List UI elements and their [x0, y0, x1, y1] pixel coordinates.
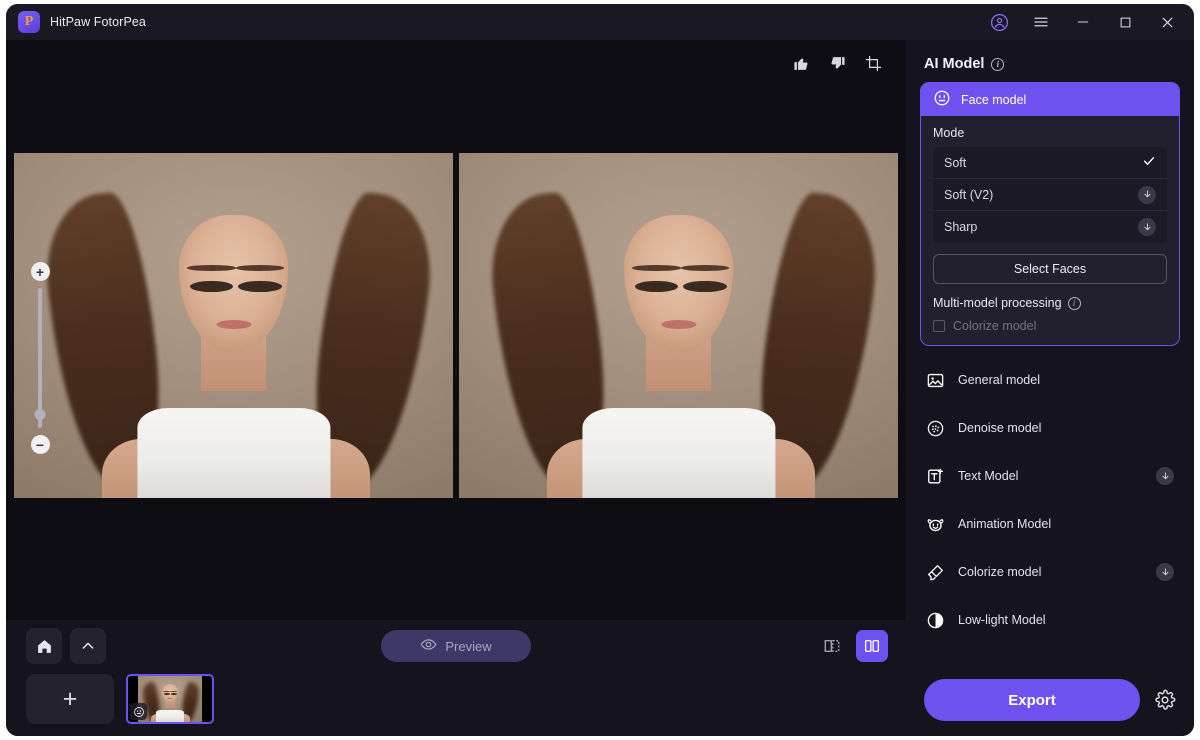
zoom-slider[interactable]: + − — [30, 262, 50, 454]
mode-item-soft-v2[interactable]: Soft (V2) — [933, 179, 1167, 211]
canvas-tools — [786, 48, 888, 78]
crop-icon[interactable] — [858, 48, 888, 78]
image-compare-container — [14, 153, 898, 498]
hamburger-menu-icon[interactable] — [1020, 6, 1062, 38]
eye-icon — [420, 636, 437, 656]
add-image-button[interactable]: + — [26, 674, 114, 724]
download-icon[interactable] — [1156, 467, 1174, 485]
info-icon[interactable]: i — [1067, 296, 1081, 310]
face-model-body: Mode Soft Soft (V2) Sharp Select Faces M… — [921, 116, 1179, 345]
ai-model-panel: AI Model i Face model Mode Soft Soft (V2… — [906, 40, 1194, 736]
split-view-icon[interactable] — [816, 630, 848, 662]
filmstrip: + — [26, 674, 214, 724]
multi-model-processing-label: Multi-model processing — [933, 296, 1062, 310]
model-row-lowlight[interactable]: Low-light Model — [920, 596, 1180, 644]
panel-footer: Export — [906, 664, 1194, 736]
panel-header: AI Model i — [906, 40, 1194, 82]
download-icon[interactable] — [1138, 185, 1156, 204]
thumbnail-image — [138, 676, 202, 722]
editor-area: + − Preview + — [6, 40, 906, 736]
download-icon[interactable] — [1156, 563, 1174, 581]
view-mode-toggles — [816, 630, 888, 662]
bottom-toolbar-left-buttons — [26, 628, 106, 664]
model-row-general[interactable]: General model — [920, 356, 1180, 404]
mode-list: Soft Soft (V2) Sharp — [933, 147, 1167, 243]
model-row-lowlight-label: Low-light Model — [958, 613, 1046, 627]
mode-label: Mode — [933, 126, 965, 140]
home-icon[interactable] — [26, 628, 62, 664]
model-row-colorize[interactable]: Colorize model — [920, 548, 1180, 596]
face-model-card: Face model Mode Soft Soft (V2) Sharp Sel… — [920, 82, 1180, 346]
face-model-icon — [933, 89, 951, 110]
face-model-header-label: Face model — [961, 92, 1027, 107]
text-model-icon — [924, 467, 946, 486]
multi-model-processing: Multi-model processing i — [933, 296, 1167, 310]
preview-button-label: Preview — [445, 638, 492, 654]
app-body: + − Preview + AI Model i Face model Mode… — [6, 40, 1194, 736]
model-row-animation[interactable]: Animation Model — [920, 500, 1180, 548]
mode-item-sharp-label: Sharp — [944, 220, 978, 234]
colorize-model-icon — [924, 563, 946, 582]
minimize-icon[interactable] — [1062, 6, 1104, 38]
model-row-text-label: Text Model — [958, 469, 1019, 483]
colorize-model-checkbox-row[interactable]: Colorize model — [933, 319, 1167, 333]
app-logo-icon: P — [18, 11, 40, 33]
panel-title-text: AI Model — [924, 56, 985, 72]
bottom-toolbar: Preview + — [6, 620, 906, 736]
image-pane-original[interactable] — [14, 153, 453, 498]
title-bar: P HitPaw FotorPea — [6, 4, 1194, 40]
image-canvas: + − — [6, 40, 906, 620]
face-model-badge-icon — [130, 703, 147, 720]
export-button[interactable]: Export — [924, 679, 1140, 721]
mode-item-soft-v2-label: Soft (V2) — [944, 187, 994, 202]
model-row-denoise-label: Denoise model — [958, 421, 1042, 435]
preview-button[interactable]: Preview — [381, 630, 531, 662]
thumbs-down-icon[interactable] — [822, 48, 852, 78]
lowlight-model-icon — [924, 611, 946, 630]
close-icon[interactable] — [1146, 6, 1188, 38]
model-row-denoise[interactable]: Denoise model — [920, 404, 1180, 452]
thumbs-up-icon[interactable] — [786, 48, 816, 78]
app-window: P HitPaw FotorPea + − Preview + AI Model… — [6, 4, 1194, 736]
model-row-animation-label: Animation Model — [958, 517, 1052, 531]
mode-item-soft[interactable]: Soft — [933, 147, 1167, 179]
model-row-text[interactable]: Text Model — [920, 452, 1180, 500]
mode-item-soft-label: Soft — [944, 155, 967, 170]
image-model-icon — [924, 371, 946, 390]
zoom-in-button[interactable]: + — [30, 262, 50, 281]
chevron-up-icon[interactable] — [70, 628, 106, 664]
select-faces-button[interactable]: Select Faces — [933, 254, 1167, 284]
colorize-model-checkbox-label: Colorize model — [953, 319, 1037, 333]
zoom-slider-track[interactable] — [34, 288, 46, 428]
portrait-image-original — [14, 153, 453, 498]
model-row-general-label: General model — [958, 373, 1040, 387]
side-by-side-view-icon[interactable] — [856, 630, 888, 662]
model-row-colorize-label: Colorize model — [958, 565, 1042, 579]
account-icon[interactable] — [978, 6, 1020, 38]
panel-content[interactable]: Face model Mode Soft Soft (V2) Sharp Sel… — [906, 82, 1194, 664]
portrait-image-enhanced — [459, 153, 898, 498]
info-icon[interactable]: i — [991, 57, 1005, 71]
denoise-model-icon — [924, 419, 946, 438]
check-icon — [1142, 154, 1156, 171]
face-model-header[interactable]: Face model — [921, 83, 1179, 116]
colorize-model-checkbox[interactable] — [933, 320, 945, 332]
maximize-icon[interactable] — [1104, 6, 1146, 38]
download-icon[interactable] — [1138, 218, 1156, 236]
app-title: HitPaw FotorPea — [50, 15, 146, 29]
zoom-slider-handle[interactable] — [34, 409, 46, 420]
zoom-out-button[interactable]: − — [30, 435, 50, 454]
app-logo-glyph: P — [24, 14, 34, 29]
image-pane-enhanced[interactable] — [459, 153, 898, 498]
animation-model-icon — [924, 515, 946, 534]
filmstrip-thumbnail[interactable] — [126, 674, 214, 724]
mode-item-sharp[interactable]: Sharp — [933, 211, 1167, 243]
gear-icon[interactable] — [1152, 689, 1178, 711]
